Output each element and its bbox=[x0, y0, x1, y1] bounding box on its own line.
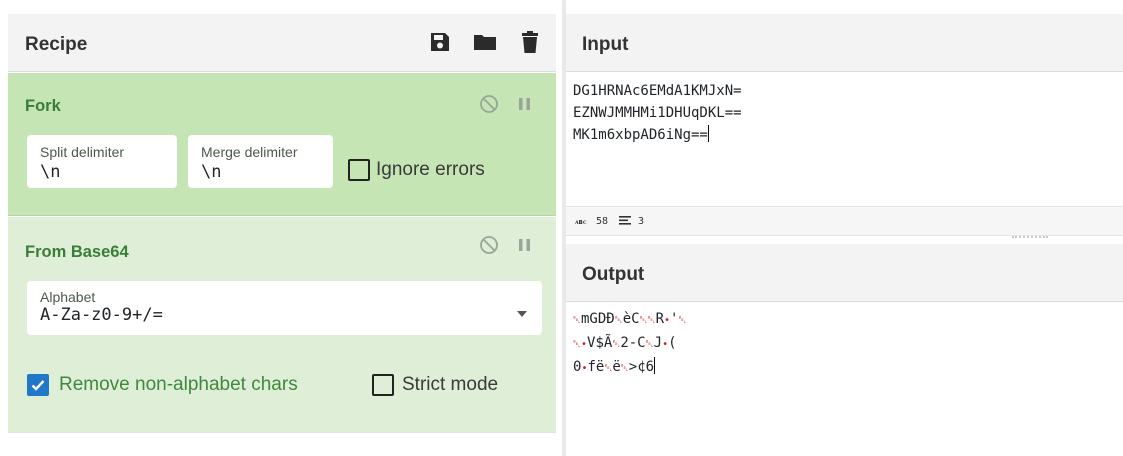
pause-icon[interactable] bbox=[514, 93, 536, 115]
input-line-count: 3 bbox=[638, 216, 645, 227]
operation-title: From Base64 bbox=[25, 243, 129, 261]
recipe-empty-area bbox=[8, 432, 556, 456]
input-line: EZNWJMMHMi1DHUqDKL== bbox=[573, 105, 742, 121]
output-text-segment: èC bbox=[622, 311, 640, 327]
strict-mode-checkbox[interactable] bbox=[372, 374, 394, 396]
input-textarea[interactable]: DG1HRNAc6EMdA1KMJxN= EZNWJMMHMi1DHUqDKL==… bbox=[573, 80, 742, 146]
checkmark-icon bbox=[31, 380, 45, 391]
disable-icon[interactable] bbox=[478, 234, 500, 256]
output-textarea[interactable]: ␇mGDÐ␇èC␇␇R•'␇ ␇•V$Ã␇2-C␇J•(0•fë␇ë␇>¢6 bbox=[573, 308, 686, 380]
split-delimiter-field[interactable]: Split delimiter \n bbox=[27, 135, 177, 188]
caret-down-icon bbox=[517, 304, 527, 322]
pause-icon[interactable] bbox=[514, 234, 536, 256]
input-title: Input bbox=[582, 34, 629, 55]
input-header: Input bbox=[566, 14, 1123, 72]
output-text-segment: ( bbox=[668, 335, 677, 351]
field-value: \n bbox=[201, 162, 222, 182]
text-caret bbox=[654, 357, 656, 374]
ignore-errors-checkbox[interactable] bbox=[348, 159, 370, 181]
folder-icon[interactable] bbox=[473, 30, 497, 54]
lines-icon bbox=[618, 213, 632, 230]
remove-non-alphabet-label: Remove non-alphabet chars bbox=[59, 374, 298, 395]
recipe-header: Recipe bbox=[8, 14, 556, 72]
output-text-segment: V$Ã bbox=[587, 335, 613, 351]
field-label: Alphabet bbox=[40, 289, 96, 305]
merge-delimiter-field[interactable]: Merge delimiter \n bbox=[188, 135, 333, 188]
text-caret bbox=[707, 125, 709, 142]
output-text-segment: fë bbox=[587, 359, 605, 375]
trash-icon[interactable] bbox=[518, 30, 542, 54]
ignore-errors-label: Ignore errors bbox=[376, 159, 485, 180]
input-line: MK1m6xbpAD6iNg== bbox=[573, 127, 708, 143]
resize-grip[interactable] bbox=[1012, 236, 1048, 238]
output-text-segment: >¢6 bbox=[628, 359, 655, 375]
output-text-segment: J bbox=[653, 335, 663, 351]
field-value: A-Za-z0-9+/= bbox=[40, 305, 163, 325]
remove-non-alphabet-checkbox[interactable] bbox=[27, 374, 49, 396]
invalid-char-marker: ␇ bbox=[645, 339, 654, 350]
disable-icon[interactable] bbox=[478, 93, 500, 115]
operation-fork: Fork Split delimiter \n Merge delimiter … bbox=[8, 73, 556, 216]
field-value: \n bbox=[40, 162, 61, 182]
output-text-segment: mGDÐ bbox=[581, 311, 615, 327]
alphabet-select[interactable]: Alphabet A-Za-z0-9+/= bbox=[27, 281, 542, 335]
invalid-char-marker: ␇ bbox=[614, 315, 623, 326]
save-icon[interactable] bbox=[428, 30, 452, 54]
input-statusbar: ᴀʙᴄ 58 3 bbox=[566, 206, 1123, 236]
output-header: Output bbox=[566, 244, 1123, 302]
invalid-char-marker: ␇␇ bbox=[639, 315, 656, 326]
recipe-panel: Recipe Fork Split delimiter \n Merge del… bbox=[0, 0, 562, 456]
operation-from-base64: From Base64 Alphabet A-Za-z0-9+/= Remove… bbox=[8, 217, 556, 432]
strict-mode-label: Strict mode bbox=[402, 374, 499, 395]
operation-title: Fork bbox=[25, 97, 61, 115]
field-label: Merge delimiter bbox=[201, 144, 298, 160]
input-length: 58 bbox=[596, 216, 609, 227]
invalid-char-marker: ␇ bbox=[678, 315, 687, 326]
field-label: Split delimiter bbox=[40, 144, 125, 160]
input-line: DG1HRNAc6EMdA1KMJxN= bbox=[573, 83, 742, 99]
output-text-segment: ë bbox=[612, 359, 621, 375]
invalid-char-marker: ␇ bbox=[573, 315, 581, 326]
invalid-char-marker: ␇• bbox=[573, 339, 588, 350]
invalid-char-marker: ␇ bbox=[620, 363, 629, 374]
recipe-title: Recipe bbox=[25, 34, 88, 55]
output-title: Output bbox=[582, 264, 645, 285]
output-text-segment: R bbox=[655, 311, 665, 327]
output-text-segment: 2-C bbox=[620, 335, 646, 351]
length-icon: ᴀʙᴄ bbox=[575, 218, 587, 226]
